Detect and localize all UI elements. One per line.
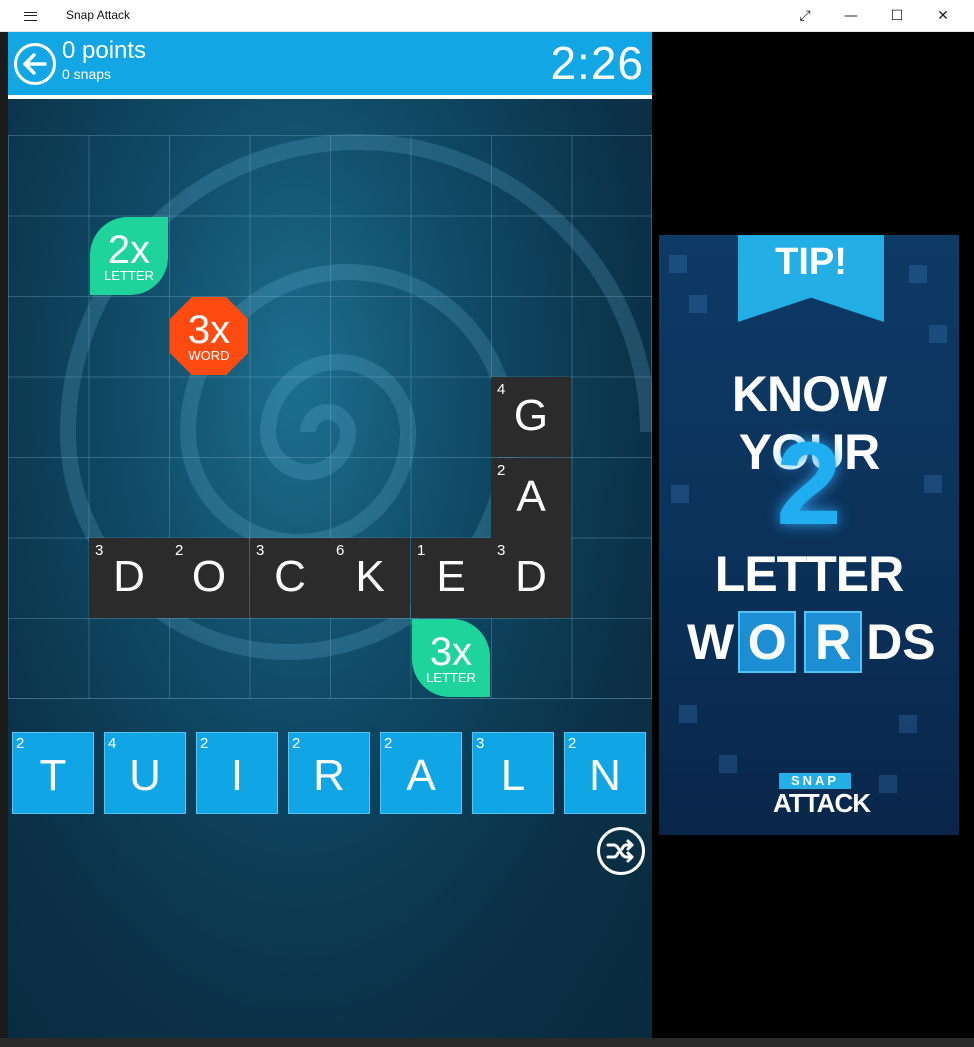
bonus-multiplier: 3x: [429, 629, 473, 674]
game-board: 2x LETTER 3x WORD 3x LETTER 4 G 2 A 3 D …: [8, 135, 652, 699]
board-tile[interactable]: 3 D: [491, 538, 571, 618]
bonus-multiplier: 2x: [107, 227, 151, 272]
bonus-type: LETTER: [104, 267, 154, 283]
tile-value: 4: [108, 735, 117, 752]
snap-attack-logo-top: SNAP: [779, 773, 851, 789]
tile-letter: O: [191, 552, 227, 601]
tile-letter: G: [513, 391, 549, 440]
bonus-3x-word[interactable]: 3x WORD: [170, 297, 248, 375]
ad-subline: LETTER: [714, 546, 904, 602]
tile-letter: E: [436, 552, 466, 601]
board-tile[interactable]: 1 E: [411, 538, 491, 618]
tile-letter: D: [113, 552, 145, 601]
board-tile[interactable]: 3 C: [250, 538, 330, 618]
tile-letter: D: [515, 552, 547, 601]
shuffle-button[interactable]: [597, 827, 645, 875]
ad-words-row: W O R DS: [687, 610, 936, 674]
window-titlebar: Snap Attack ⤢ — ☐ ✕: [0, 0, 974, 32]
game-header: 0 points 0 snaps 2:26: [8, 32, 652, 99]
rack-tile[interactable]: 4 U: [104, 732, 186, 814]
countdown-timer: 2:26: [550, 37, 644, 89]
maximize-icon[interactable]: ☐: [874, 0, 920, 32]
hamburger-menu-icon[interactable]: [14, 6, 46, 26]
board-tile[interactable]: 2 A: [491, 458, 571, 538]
minimize-icon[interactable]: —: [828, 0, 874, 32]
tile-letter: N: [589, 751, 621, 800]
tile-letter: T: [39, 751, 67, 800]
score-points: 0 points: [62, 37, 147, 64]
snap-attack-logo-bottom: ATTACK: [773, 788, 871, 818]
board-tile[interactable]: 6 K: [330, 538, 410, 618]
rack-tile[interactable]: 2 N: [564, 732, 646, 814]
bonus-type: LETTER: [426, 669, 476, 685]
board-tile[interactable]: 2 O: [169, 538, 249, 618]
tile-letter: C: [274, 552, 306, 601]
ad-number: 2: [776, 418, 842, 550]
rack-tile[interactable]: 2 I: [196, 732, 278, 814]
app-title: Snap Attack: [66, 8, 131, 22]
ad-words-ds: DS: [866, 614, 936, 670]
letter-rack: 2 T 4 U 2 I 2 R 2 A 3 L 2 N: [8, 732, 652, 814]
tile-value: 2: [16, 735, 25, 752]
bonus-multiplier: 3x: [187, 307, 231, 352]
tile-letter: U: [129, 751, 161, 800]
game-panel: 0 points 0 snaps 2:26 2x LETTER 3x WORD …: [8, 32, 652, 1038]
tile-value: 2: [568, 735, 577, 752]
bonus-type: WORD: [188, 347, 230, 363]
ad-words-w: W: [687, 614, 735, 670]
tile-value: 2: [384, 735, 393, 752]
bonus-3x-letter[interactable]: 3x LETTER: [412, 619, 490, 697]
tile-letter: L: [500, 751, 526, 800]
rack-tile[interactable]: 2 A: [380, 732, 462, 814]
ad-words-box-o: O: [738, 611, 797, 673]
board-tile[interactable]: 4 G: [491, 377, 571, 457]
close-icon[interactable]: ✕: [920, 0, 966, 32]
score-snaps: 0 snaps: [62, 66, 112, 82]
tile-value: 3: [476, 735, 485, 752]
bonus-2x-letter[interactable]: 2x LETTER: [90, 217, 168, 295]
back-button[interactable]: [14, 43, 56, 85]
tile-letter: K: [355, 552, 385, 601]
ad-words-box-r: R: [804, 611, 863, 673]
back-arrow-icon: [23, 53, 47, 75]
tip-label: TIP!: [775, 241, 847, 283]
rack-tile[interactable]: 2 T: [12, 732, 94, 814]
rack-tile[interactable]: 2 R: [288, 732, 370, 814]
tile-letter: A: [406, 751, 436, 800]
tile-letter: R: [313, 751, 345, 800]
tile-value: 2: [200, 735, 209, 752]
rack-tile[interactable]: 3 L: [472, 732, 554, 814]
fullscreen-icon[interactable]: ⤢: [782, 0, 828, 32]
board-tile[interactable]: 3 D: [89, 538, 169, 618]
shuffle-icon: [606, 839, 634, 863]
taskbar-edge: [0, 1038, 974, 1047]
tile-letter: A: [516, 472, 546, 521]
tile-letter: I: [230, 751, 244, 800]
tip-advertisement[interactable]: TIP! KNOW YOUR 2 LETTER W O R DS SNAP AT…: [659, 235, 959, 835]
tile-value: 2: [292, 735, 301, 752]
